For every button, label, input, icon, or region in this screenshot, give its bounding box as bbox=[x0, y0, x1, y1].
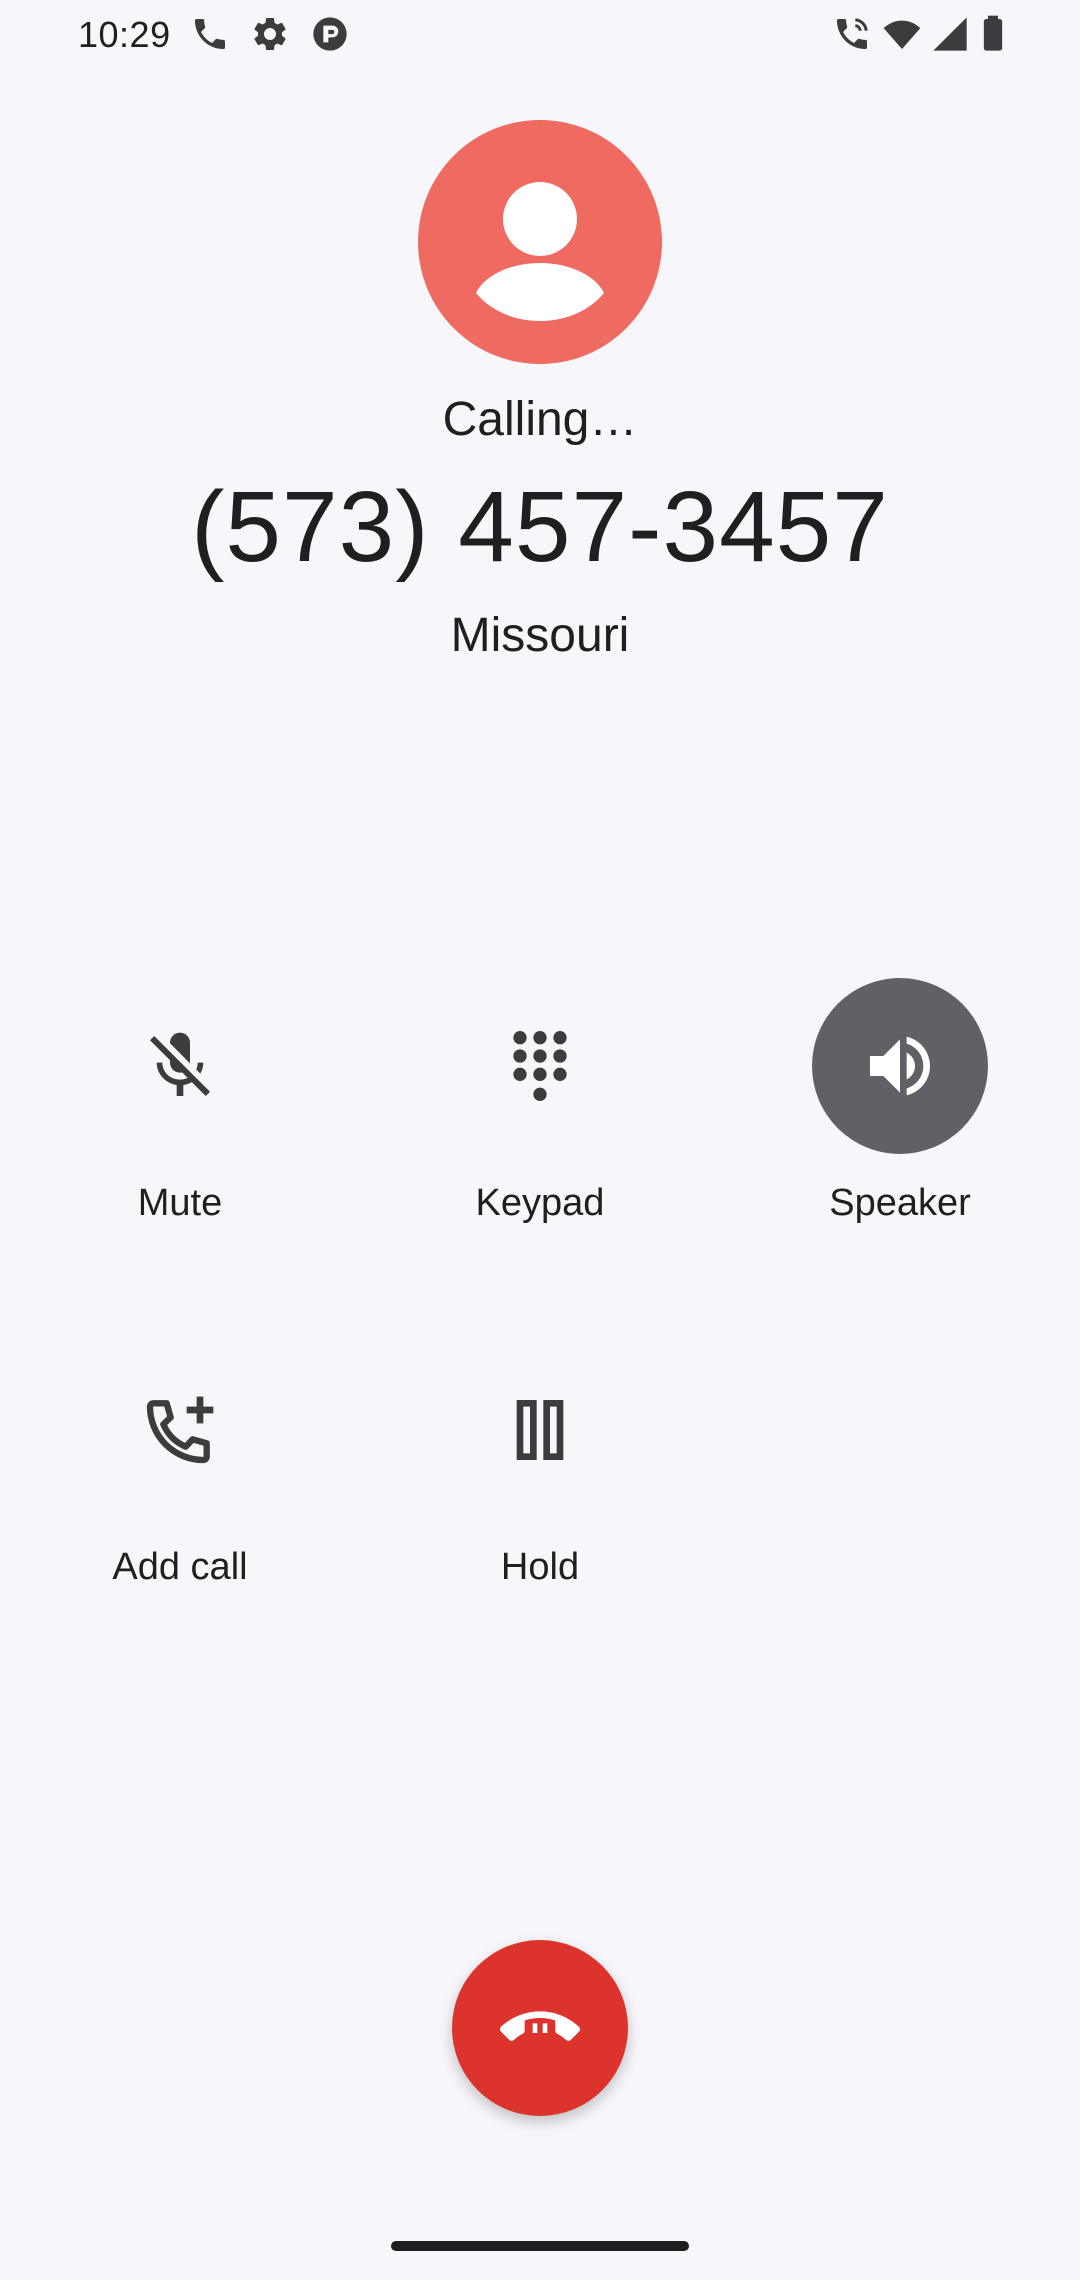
settings-icon bbox=[250, 14, 290, 54]
mute-button[interactable] bbox=[92, 978, 268, 1154]
volume-up-icon bbox=[860, 1026, 940, 1106]
phone-number: (573) 457-3457 bbox=[191, 471, 889, 583]
add-call-label: Add call bbox=[112, 1546, 248, 1588]
add-call-control: Add call bbox=[30, 1342, 330, 1642]
app-sync-icon bbox=[310, 14, 350, 54]
battery-icon bbox=[976, 14, 1010, 54]
mic-off-icon bbox=[140, 1026, 220, 1106]
home-indicator[interactable] bbox=[391, 2241, 689, 2251]
speaker-button[interactable] bbox=[812, 978, 988, 1154]
phone-icon bbox=[190, 14, 230, 54]
end-call-icon bbox=[500, 1988, 580, 2068]
person-icon bbox=[476, 182, 604, 321]
pause-icon bbox=[500, 1390, 580, 1470]
call-status: Calling… bbox=[442, 393, 638, 446]
end-call-button[interactable] bbox=[452, 1940, 628, 2116]
cell-signal-icon bbox=[930, 14, 970, 54]
keypad-control: Keypad bbox=[390, 978, 690, 1278]
dialpad-icon bbox=[500, 1026, 580, 1106]
keypad-button[interactable] bbox=[452, 978, 628, 1154]
mute-label: Mute bbox=[137, 1182, 223, 1224]
add-call-button[interactable] bbox=[92, 1342, 268, 1518]
speaker-label: Speaker bbox=[829, 1182, 971, 1224]
contact-avatar bbox=[418, 120, 662, 364]
speaker-control: Speaker bbox=[750, 978, 1050, 1278]
wifi-calling-icon bbox=[832, 14, 872, 54]
hold-control: Hold bbox=[390, 1342, 690, 1642]
add-call-icon bbox=[140, 1390, 220, 1470]
hold-button[interactable] bbox=[452, 1342, 628, 1518]
hold-label: Hold bbox=[500, 1546, 580, 1588]
mute-control: Mute bbox=[30, 978, 330, 1278]
status-time: 10:29 bbox=[78, 14, 171, 55]
caller-location: Missouri bbox=[450, 609, 630, 662]
keypad-label: Keypad bbox=[475, 1182, 605, 1224]
wifi-icon bbox=[882, 14, 922, 54]
status-bar: 10:29 bbox=[0, 0, 1080, 70]
